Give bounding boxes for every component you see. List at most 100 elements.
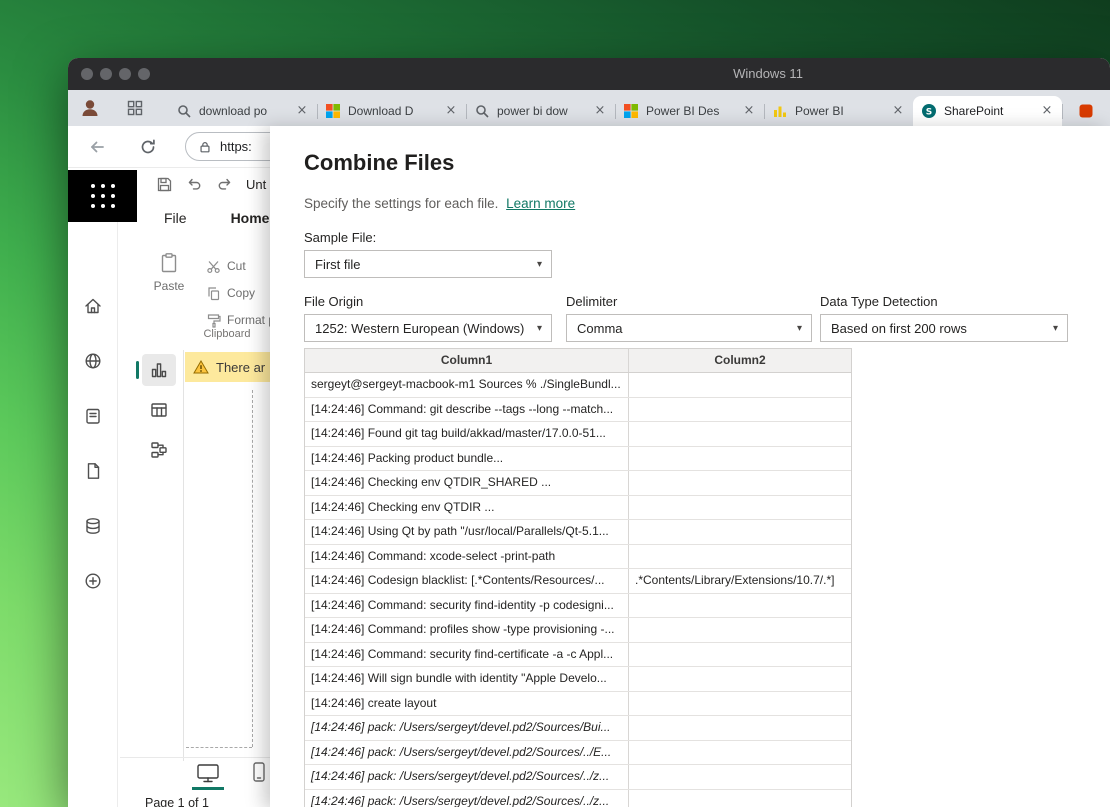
delimiter-value: Comma: [577, 321, 623, 336]
format-painter-label: Format p: [227, 313, 275, 327]
table-cell: [14:24:46] pack: /Users/sergeyt/devel.pd…: [305, 716, 629, 740]
table-cell: [629, 643, 851, 667]
catalog-icon[interactable]: [81, 404, 105, 428]
browse-icon[interactable]: [81, 349, 105, 373]
table-cell: [629, 398, 851, 422]
chevron-down-icon: ▾: [1053, 323, 1058, 334]
delimiter-dropdown[interactable]: Comma ▾: [566, 314, 812, 342]
save-icon[interactable]: [156, 176, 173, 193]
table-view-icon[interactable]: [142, 394, 176, 426]
window-close-button[interactable]: [81, 68, 93, 80]
cut-button[interactable]: Cut: [206, 256, 275, 276]
menu-file[interactable]: File: [164, 210, 187, 226]
warning-text: There ar: [216, 360, 265, 375]
document-title: Unt: [246, 177, 266, 192]
table-cell: [14:24:46] pack: /Users/sergeyt/devel.pd…: [305, 741, 629, 765]
reload-icon[interactable]: [139, 138, 157, 156]
lock-icon: [198, 140, 212, 154]
workspaces-icon[interactable]: [81, 514, 105, 538]
report-view-icon[interactable]: [142, 354, 176, 386]
table-cell: [14:24:46] pack: /Users/sergeyt/devel.pd…: [305, 790, 629, 807]
profile-avatar-icon[interactable]: [78, 96, 102, 120]
table-cell: [14:24:46] Will sign bundle with identit…: [305, 667, 629, 691]
window-zoom-button[interactable]: [119, 68, 131, 80]
table-cell: [629, 618, 851, 642]
redo-icon[interactable]: [216, 176, 233, 193]
tab-label: Power BI: [795, 104, 884, 118]
close-icon[interactable]: ×: [295, 104, 309, 118]
undo-icon[interactable]: [186, 176, 203, 193]
tab-download-po[interactable]: download po ×: [168, 96, 317, 126]
table-cell: [14:24:46] Using Qt by path "/usr/local/…: [305, 520, 629, 544]
table-cell: [14:24:46] Checking env QTDIR_SHARED ...: [305, 471, 629, 495]
copy-button[interactable]: Copy: [206, 283, 275, 303]
tab-partial[interactable]: [1062, 96, 1110, 126]
table-cell: [629, 790, 851, 807]
active-view-indicator: [192, 787, 224, 790]
table-cell: [14:24:46] Command: security find-identi…: [305, 594, 629, 618]
warning-icon: [193, 359, 209, 375]
tab-actions-icon[interactable]: [126, 99, 144, 117]
home-icon[interactable]: [81, 294, 105, 318]
tab-label: SharePoint: [944, 104, 1033, 118]
tab-label: power bi dow: [497, 104, 586, 118]
copy-label: Copy: [227, 286, 255, 300]
paste-button[interactable]: Paste: [140, 252, 198, 293]
data-type-detection-value: Based on first 200 rows: [831, 321, 967, 336]
table-row: [14:24:46] Command: git describe --tags …: [305, 398, 851, 423]
tab-sharepoint[interactable]: S SharePoint ×: [913, 96, 1062, 126]
tab-power-bi-dow[interactable]: power bi dow ×: [466, 96, 615, 126]
file-origin-dropdown[interactable]: 1252: Western European (Windows) ▾: [304, 314, 552, 342]
subtitle-text: Specify the settings for each file.: [304, 196, 498, 211]
table-cell: [629, 716, 851, 740]
paste-label: Paste: [154, 279, 185, 293]
close-icon[interactable]: ×: [593, 104, 607, 118]
sample-file-value: First file: [315, 257, 361, 272]
tab-power-bi[interactable]: Power BI ×: [764, 96, 913, 126]
power-bi-logo-icon: [772, 103, 788, 119]
table-row: [14:24:46] Command: profiles show -type …: [305, 618, 851, 643]
window-fullscreen-button[interactable]: [138, 68, 150, 80]
sample-file-dropdown[interactable]: First file ▾: [304, 250, 552, 278]
format-painter-button[interactable]: Format p: [206, 310, 275, 330]
back-icon[interactable]: [88, 138, 106, 156]
close-icon[interactable]: ×: [444, 104, 458, 118]
tab-power-bi-des[interactable]: Power BI Des ×: [615, 96, 764, 126]
sample-file-label: Sample File:: [304, 230, 376, 245]
window-title: Windows 11: [708, 58, 828, 90]
office-logo-icon: [1078, 103, 1094, 119]
data-type-detection-dropdown[interactable]: Based on first 200 rows ▾: [820, 314, 1068, 342]
close-icon[interactable]: ×: [742, 104, 756, 118]
mobile-layout-icon[interactable]: [250, 761, 268, 783]
table-cell: [14:24:46] Checking env QTDIR ...: [305, 496, 629, 520]
create-icon[interactable]: [81, 569, 105, 593]
desktop-layout-icon[interactable]: [196, 762, 220, 784]
table-cell: [14:24:46] Command: security find-certif…: [305, 643, 629, 667]
table-row: [14:24:46] pack: /Users/sergeyt/devel.pd…: [305, 716, 851, 741]
vm-window: Windows 11 download po × Download D × po…: [68, 58, 1110, 807]
window-minimize-button[interactable]: [100, 68, 112, 80]
table-cell: .*Contents/Library/Extensions/10.7/.*]: [629, 569, 851, 593]
table-cell: [14:24:46] Found git tag build/akkad/mas…: [305, 422, 629, 446]
table-row: [14:24:46] Command: security find-certif…: [305, 643, 851, 668]
tab-download-d[interactable]: Download D ×: [317, 96, 466, 126]
learn-more-link[interactable]: Learn more: [506, 196, 575, 211]
model-view-icon[interactable]: [142, 434, 176, 466]
dialog-title: Combine Files: [304, 150, 454, 176]
file-icon[interactable]: [81, 459, 105, 483]
quick-access-toolbar: Unt: [156, 176, 266, 193]
column-header[interactable]: Column1: [305, 349, 629, 372]
app-launcher-icon[interactable]: [68, 170, 137, 222]
table-cell: [14:24:46] Command: git describe --tags …: [305, 398, 629, 422]
paste-icon: [158, 252, 180, 274]
window-controls: [81, 68, 150, 80]
table-row: [14:24:46] pack: /Users/sergeyt/devel.pd…: [305, 765, 851, 790]
table-cell: [629, 692, 851, 716]
table-row: [14:24:46] Packing product bundle...: [305, 447, 851, 472]
close-icon[interactable]: ×: [891, 104, 905, 118]
window-titlebar[interactable]: Windows 11: [68, 58, 1110, 90]
microsoft-logo-icon: [325, 103, 341, 119]
column-header[interactable]: Column2: [629, 349, 851, 372]
menu-home[interactable]: Home: [231, 210, 270, 226]
close-icon[interactable]: ×: [1040, 104, 1054, 118]
